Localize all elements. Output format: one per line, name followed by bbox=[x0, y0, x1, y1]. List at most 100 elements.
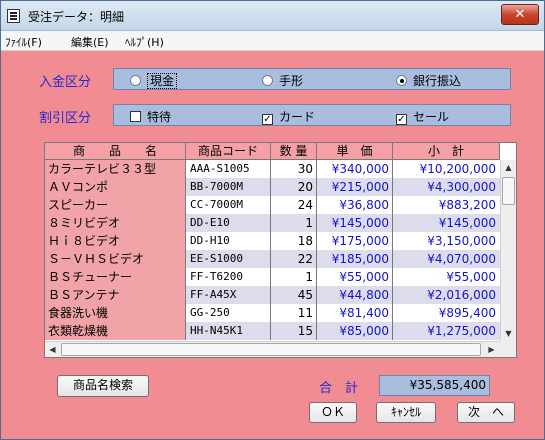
table-row[interactable]: Ｓ－ＶＨＳビデオ EE-S1000 22 ¥185,000 ¥4,070,000 bbox=[45, 250, 500, 268]
radio-selected-icon bbox=[396, 75, 407, 86]
menu-edit[interactable]: 編集(E) bbox=[71, 34, 109, 50]
cell-product-name[interactable]: スピーカー bbox=[45, 196, 186, 214]
col-header-subtotal[interactable]: 小 計 bbox=[393, 143, 500, 160]
cell-quantity[interactable]: 11 bbox=[271, 304, 317, 322]
cell-subtotal[interactable]: ¥1,275,000 bbox=[393, 322, 500, 340]
cell-quantity[interactable]: 1 bbox=[271, 268, 317, 286]
cell-product-name[interactable]: ＡＶコンポ bbox=[45, 178, 186, 196]
scroll-up-icon[interactable]: ▲ bbox=[501, 160, 516, 175]
vertical-scrollbar[interactable]: ▲ ▼ bbox=[500, 160, 516, 341]
scroll-corner bbox=[500, 341, 516, 357]
cell-product-code[interactable]: FF-T6200 bbox=[186, 268, 271, 286]
discount-sale-label: セール bbox=[413, 110, 450, 124]
cell-quantity[interactable]: 20 bbox=[271, 178, 317, 196]
col-header-qty[interactable]: 数 量 bbox=[271, 143, 317, 160]
table-row[interactable]: Ｈｉ８ビデオ DD-H10 18 ¥175,000 ¥3,150,000 bbox=[45, 232, 500, 250]
menu-file[interactable]: ﾌｧｲﾙ(F) bbox=[5, 34, 42, 50]
scroll-right-icon[interactable]: ▶ bbox=[484, 342, 499, 357]
cell-product-code[interactable]: AAA-S1005 bbox=[186, 160, 271, 178]
discount-label: 割引区分 bbox=[39, 111, 92, 126]
cell-unit-price[interactable]: ¥55,000 bbox=[317, 268, 393, 286]
discount-option-sale[interactable]: ✓ セール bbox=[396, 108, 449, 125]
cell-quantity[interactable]: 45 bbox=[271, 286, 317, 304]
horizontal-scrollbar[interactable]: ◀ ▶ bbox=[45, 341, 500, 357]
cell-unit-price[interactable]: ¥215,000 bbox=[317, 178, 393, 196]
payment-label: 入金区分 bbox=[39, 75, 92, 90]
cell-product-code[interactable]: BB-7000M bbox=[186, 178, 271, 196]
col-header-code[interactable]: 商品コード bbox=[186, 143, 271, 160]
cell-subtotal[interactable]: ¥3,150,000 bbox=[393, 232, 500, 250]
cell-unit-price[interactable]: ¥340,000 bbox=[317, 160, 393, 178]
cell-product-code[interactable]: HH-N45K1 bbox=[186, 322, 271, 340]
table-row[interactable]: ＢＳチューナー FF-T6200 1 ¥55,000 ¥55,000 bbox=[45, 268, 500, 286]
payment-bank-label: 銀行振込 bbox=[413, 74, 462, 88]
close-button[interactable]: ✕ bbox=[501, 4, 539, 25]
table-row[interactable]: カラーテレビ３３型 AAA-S1005 30 ¥340,000 ¥10,200,000 bbox=[45, 160, 500, 178]
cell-product-code[interactable]: DD-H10 bbox=[186, 232, 271, 250]
cell-product-name[interactable]: Ｓ－ＶＨＳビデオ bbox=[45, 250, 186, 268]
col-header-name[interactable]: 商 品 名 bbox=[45, 143, 186, 160]
cell-subtotal[interactable]: ¥145,000 bbox=[393, 214, 500, 232]
cell-subtotal[interactable]: ¥883,200 bbox=[393, 196, 500, 214]
cell-product-name[interactable]: カラーテレビ３３型 bbox=[45, 160, 186, 178]
cell-product-name[interactable]: ＢＳチューナー bbox=[45, 268, 186, 286]
order-grid[interactable]: 商 品 名 商品コード 数 量 単 価 小 計 カラーテレビ３３型 AAA-S10… bbox=[44, 142, 517, 358]
table-row[interactable]: ８ミリビデオ DD-E10 1 ¥145,000 ¥145,000 bbox=[45, 214, 500, 232]
cell-product-code[interactable]: CC-7000M bbox=[186, 196, 271, 214]
radio-icon bbox=[130, 75, 141, 86]
payment-option-cash[interactable]: 現金 bbox=[130, 72, 178, 89]
scroll-down-icon[interactable]: ▼ bbox=[501, 326, 516, 341]
cell-unit-price[interactable]: ¥175,000 bbox=[317, 232, 393, 250]
payment-option-bill[interactable]: 手形 bbox=[262, 72, 303, 89]
vertical-scroll-thumb[interactable] bbox=[502, 177, 515, 205]
cell-product-name[interactable]: 衣類乾燥機 bbox=[45, 322, 186, 340]
scroll-left-icon[interactable]: ◀ bbox=[45, 342, 60, 357]
cell-unit-price[interactable]: ¥185,000 bbox=[317, 250, 393, 268]
cell-subtotal[interactable]: ¥4,300,000 bbox=[393, 178, 500, 196]
payment-option-bank[interactable]: 銀行振込 bbox=[396, 72, 461, 89]
cell-subtotal[interactable]: ¥2,016,000 bbox=[393, 286, 500, 304]
cell-product-name[interactable]: Ｈｉ８ビデオ bbox=[45, 232, 186, 250]
cell-quantity[interactable]: 1 bbox=[271, 214, 317, 232]
cell-product-name[interactable]: ＢＳアンテナ bbox=[45, 286, 186, 304]
checkbox-checked-icon: ✓ bbox=[262, 114, 273, 125]
cell-product-code[interactable]: EE-S1000 bbox=[186, 250, 271, 268]
col-header-price[interactable]: 単 価 bbox=[317, 143, 393, 160]
table-row[interactable]: スピーカー CC-7000M 24 ¥36,800 ¥883,200 bbox=[45, 196, 500, 214]
table-row[interactable]: ＡＶコンポ BB-7000M 20 ¥215,000 ¥4,300,000 bbox=[45, 178, 500, 196]
discount-option-card[interactable]: ✓ カード bbox=[262, 108, 315, 125]
ok-button[interactable]: ＯＫ bbox=[309, 402, 357, 423]
cancel-button[interactable]: ｷｬﾝｾﾙ bbox=[376, 402, 436, 423]
cell-quantity[interactable]: 30 bbox=[271, 160, 317, 178]
cell-product-code[interactable]: GG-250 bbox=[186, 304, 271, 322]
discount-option-special[interactable]: 特待 bbox=[130, 108, 171, 125]
window-title: 受注データ：明細 bbox=[28, 10, 125, 24]
cell-unit-price[interactable]: ¥85,000 bbox=[317, 322, 393, 340]
horizontal-scroll-thumb[interactable] bbox=[61, 343, 481, 356]
cell-subtotal[interactable]: ¥55,000 bbox=[393, 268, 500, 286]
cell-quantity[interactable]: 15 bbox=[271, 322, 317, 340]
product-search-button[interactable]: 商品名検索 bbox=[57, 375, 149, 397]
cell-unit-price[interactable]: ¥81,400 bbox=[317, 304, 393, 322]
table-row[interactable]: 食器洗い機 GG-250 11 ¥81,400 ¥895,400 bbox=[45, 304, 500, 322]
menu-help[interactable]: ﾍﾙﾌﾟ(H) bbox=[125, 34, 164, 50]
cell-product-code[interactable]: DD-E10 bbox=[186, 214, 271, 232]
table-row[interactable]: ＢＳアンテナ FF-A45X 45 ¥44,800 ¥2,016,000 bbox=[45, 286, 500, 304]
cell-unit-price[interactable]: ¥44,800 bbox=[317, 286, 393, 304]
next-button[interactable]: 次 へ bbox=[457, 402, 515, 423]
cell-subtotal[interactable]: ¥10,200,000 bbox=[393, 160, 500, 178]
payment-cash-label: 現金 bbox=[147, 73, 178, 89]
table-row[interactable]: 衣類乾燥機 HH-N45K1 15 ¥85,000 ¥1,275,000 bbox=[45, 322, 500, 340]
cell-product-name[interactable]: ８ミリビデオ bbox=[45, 214, 186, 232]
cell-quantity[interactable]: 24 bbox=[271, 196, 317, 214]
cell-unit-price[interactable]: ¥36,800 bbox=[317, 196, 393, 214]
cell-quantity[interactable]: 18 bbox=[271, 232, 317, 250]
cell-product-name[interactable]: 食器洗い機 bbox=[45, 304, 186, 322]
total-value: ¥35,585,400 bbox=[379, 375, 490, 396]
cell-product-code[interactable]: FF-A45X bbox=[186, 286, 271, 304]
app-icon bbox=[7, 9, 20, 23]
cell-subtotal[interactable]: ¥4,070,000 bbox=[393, 250, 500, 268]
cell-quantity[interactable]: 22 bbox=[271, 250, 317, 268]
cell-unit-price[interactable]: ¥145,000 bbox=[317, 214, 393, 232]
cell-subtotal[interactable]: ¥895,400 bbox=[393, 304, 500, 322]
